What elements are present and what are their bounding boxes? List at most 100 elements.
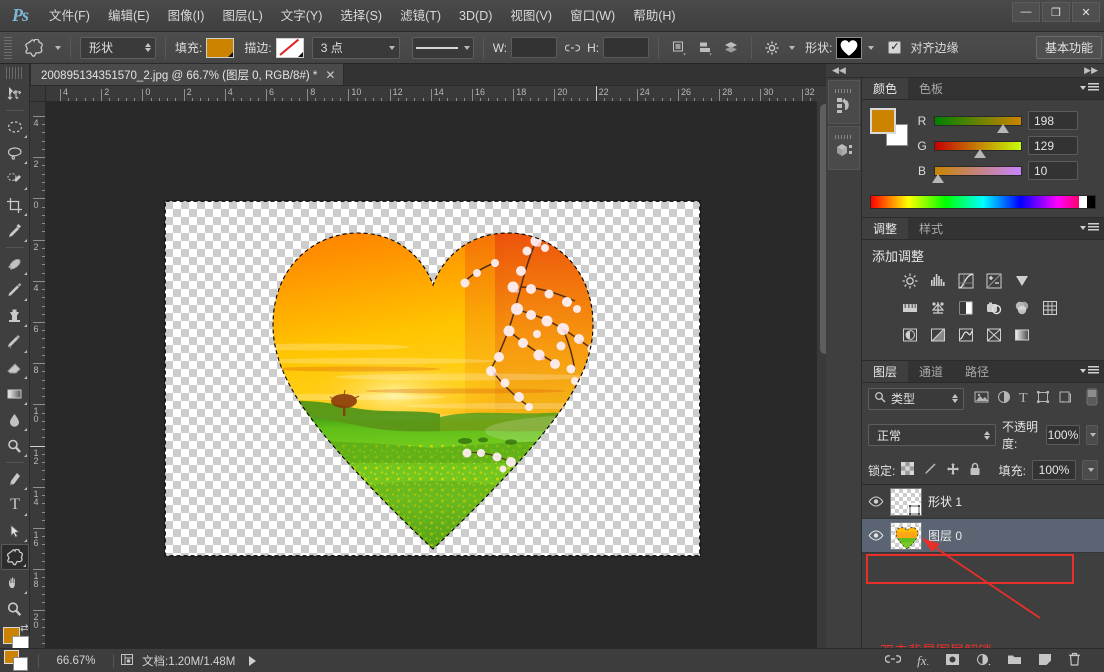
menu-item-3[interactable]: 图层(L): [213, 0, 271, 32]
canvas-area[interactable]: [46, 102, 816, 648]
collapse-left-icon[interactable]: ◀◀: [832, 65, 846, 76]
clone-stamp-tool-submenu-icon[interactable]: [24, 324, 27, 327]
filter-smart-object-icon[interactable]: [1058, 390, 1072, 407]
menu-item-4[interactable]: 文字(Y): [272, 0, 332, 32]
shape-preset-picker[interactable]: [836, 36, 863, 59]
lock-position-icon[interactable]: [946, 462, 960, 479]
spot-healing-brush-tool[interactable]: [1, 251, 29, 277]
eraser-tool[interactable]: [1, 355, 29, 381]
filter-pixel-icon[interactable]: [974, 390, 989, 407]
history-brush-tool-submenu-icon[interactable]: [24, 350, 27, 353]
horizontal-type-tool-submenu-icon[interactable]: [24, 513, 27, 516]
table-row[interactable]: 图层 0: [862, 519, 1104, 553]
path-selection-tool[interactable]: [1, 518, 29, 544]
vibrance-icon[interactable]: [1012, 271, 1032, 291]
slider-thumb-icon[interactable]: [973, 148, 986, 158]
zoom-level-input[interactable]: 66.67%: [45, 655, 107, 667]
quick-selection-tool-submenu-icon[interactable]: [24, 187, 27, 190]
levels-icon[interactable]: [928, 271, 948, 291]
hand-tool-submenu-icon[interactable]: [24, 591, 27, 594]
color-panel-swatches[interactable]: [870, 108, 908, 146]
blur-tool[interactable]: [1, 407, 29, 433]
link-layers-icon[interactable]: [884, 653, 902, 668]
history-brush-tool[interactable]: [1, 329, 29, 355]
gear-chevron-icon[interactable]: [789, 45, 796, 50]
hand-tool[interactable]: [1, 570, 29, 596]
layer-style-icon[interactable]: fx.: [917, 653, 929, 669]
shape-preset-chevron-icon[interactable]: [868, 45, 875, 50]
layer-name[interactable]: 图层 0: [928, 527, 962, 544]
gear-icon[interactable]: [761, 37, 783, 59]
channel-slider-b[interactable]: [932, 165, 1022, 183]
document-icon[interactable]: [120, 653, 134, 669]
eye-icon[interactable]: [868, 530, 884, 541]
filter-shape-icon[interactable]: [1036, 390, 1050, 407]
width-input[interactable]: [511, 37, 558, 58]
workspace-switcher-button[interactable]: 基本功能: [1035, 36, 1102, 59]
tool-preset-chevron-icon[interactable]: [55, 45, 61, 50]
threshold-icon[interactable]: [956, 325, 976, 345]
exposure-icon[interactable]: [984, 271, 1004, 291]
channel-slider-r[interactable]: [934, 115, 1022, 133]
custom-shape-tool-submenu-icon[interactable]: [23, 564, 26, 567]
gradient-map-icon[interactable]: [1012, 325, 1032, 345]
toolbar-gripper[interactable]: [6, 67, 23, 79]
height-input[interactable]: [603, 37, 650, 58]
layer-name[interactable]: 形状 1: [928, 493, 962, 510]
color-lookup-icon[interactable]: [1040, 298, 1060, 318]
menu-item-0[interactable]: 文件(F): [40, 0, 99, 32]
dodge-tool[interactable]: [1, 433, 29, 459]
status-background-swatch[interactable]: [13, 656, 28, 671]
path-alignment-icon[interactable]: [694, 37, 716, 59]
black-white-icon[interactable]: [956, 298, 976, 318]
color-panel-foreground-swatch[interactable]: [870, 108, 896, 134]
pen-tool-submenu-icon[interactable]: [24, 487, 27, 490]
eraser-tool-submenu-icon[interactable]: [24, 376, 27, 379]
elliptical-marquee-tool[interactable]: [1, 114, 29, 140]
tab-paths[interactable]: 路径: [954, 361, 1000, 382]
options-bar-gripper[interactable]: [4, 36, 12, 59]
stroke-style-picker[interactable]: [411, 36, 474, 59]
channel-value-g[interactable]: 129: [1028, 136, 1078, 155]
photo-filter-icon[interactable]: [984, 298, 1004, 318]
menu-item-6[interactable]: 滤镜(T): [391, 0, 450, 32]
brightness-contrast-icon[interactable]: [900, 271, 920, 291]
3d-panel-icon[interactable]: [827, 126, 860, 170]
lock-image-icon[interactable]: [923, 462, 937, 479]
lasso-tool[interactable]: [1, 140, 29, 166]
document-tab[interactable]: 200895134351570_2.jpg @ 66.7% (图层 0, RGB…: [30, 63, 345, 85]
path-operations-icon[interactable]: [668, 37, 690, 59]
maximize-button[interactable]: ❐: [1042, 2, 1070, 22]
tab-adjustments[interactable]: 调整: [862, 218, 909, 239]
new-layer-icon[interactable]: [1038, 653, 1052, 669]
menu-item-8[interactable]: 视图(V): [501, 0, 561, 32]
menu-item-2[interactable]: 图像(I): [159, 0, 214, 32]
align-edges-checkbox[interactable]: ✓: [888, 41, 902, 54]
shape-mode-select[interactable]: 形状: [80, 36, 156, 59]
close-button[interactable]: ✕: [1072, 2, 1100, 22]
tab-styles[interactable]: 样式: [908, 218, 954, 239]
vertical-ruler[interactable]: 420246810121416182022: [30, 102, 46, 648]
custom-shape-tool[interactable]: [1, 544, 29, 570]
path-selection-tool-submenu-icon[interactable]: [24, 539, 27, 542]
layer-mask-icon[interactable]: [945, 653, 960, 669]
path-arrangement-icon[interactable]: [720, 37, 742, 59]
color-balance-icon[interactable]: [928, 298, 948, 318]
status-expand-arrow-icon[interactable]: [249, 655, 257, 666]
spot-healing-brush-tool-submenu-icon[interactable]: [24, 272, 27, 275]
color-spectrum-ramp[interactable]: [870, 195, 1096, 209]
layer-thumbnail[interactable]: [890, 521, 922, 550]
filter-type-icon[interactable]: T: [1019, 391, 1028, 406]
stroke-color-swatch[interactable]: [275, 37, 304, 58]
channel-mixer-icon[interactable]: [1012, 298, 1032, 318]
brush-tool-submenu-icon[interactable]: [24, 298, 27, 301]
opacity-chevron-icon[interactable]: [1085, 425, 1098, 445]
brush-tool[interactable]: [1, 277, 29, 303]
fill-input[interactable]: 100%: [1032, 460, 1076, 480]
horizontal-ruler[interactable]: 4 2 0 2 4 6 8 10 12 14 16 18 20 22 24 26 28 30 32: [46, 86, 816, 102]
dodge-tool-submenu-icon[interactable]: [24, 454, 27, 457]
invert-icon[interactable]: [900, 325, 920, 345]
filter-toggle-switch[interactable]: [1086, 387, 1098, 410]
custom-shape-tool-icon[interactable]: [19, 36, 49, 60]
panel-menu-icon[interactable]: [1080, 83, 1099, 92]
